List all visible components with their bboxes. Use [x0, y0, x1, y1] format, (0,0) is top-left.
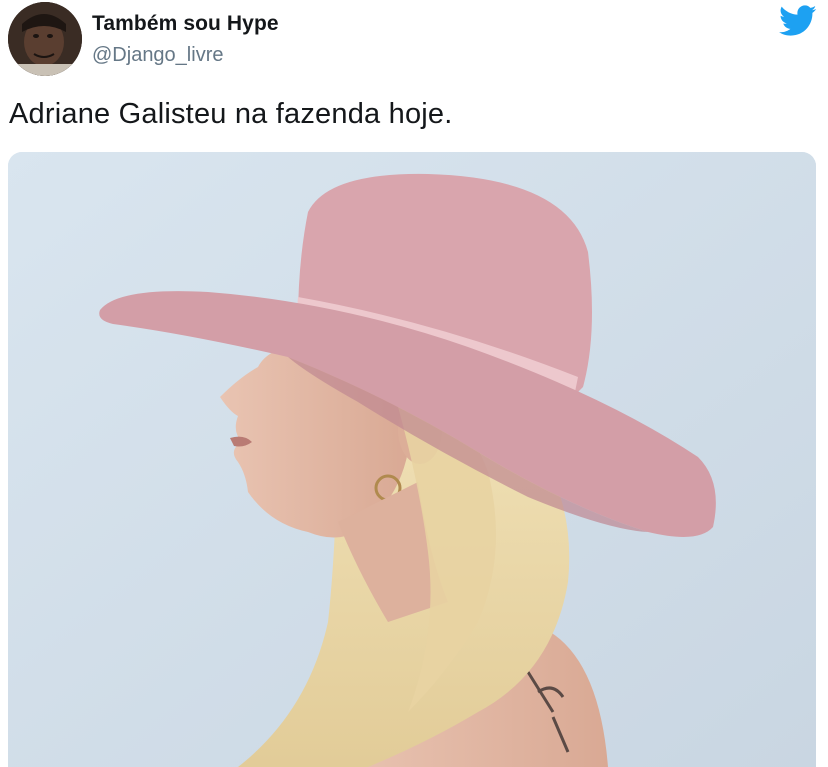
author-avatar[interactable] — [8, 2, 82, 76]
tweet-card: Também sou Hype @Django_livre Adriane Ga… — [0, 0, 828, 767]
author-handle[interactable]: @Django_livre — [92, 44, 223, 67]
tweet-text: Adriane Galisteu na fazenda hoje. — [9, 98, 453, 130]
author-display-name[interactable]: Também sou Hype — [92, 12, 279, 36]
avatar-image — [8, 2, 82, 76]
tweet-photo[interactable] — [8, 152, 816, 767]
photo-woman-pink-hat — [8, 152, 816, 767]
twitter-bird-svg — [779, 5, 817, 36]
twitter-bird-icon[interactable] — [779, 5, 817, 37]
